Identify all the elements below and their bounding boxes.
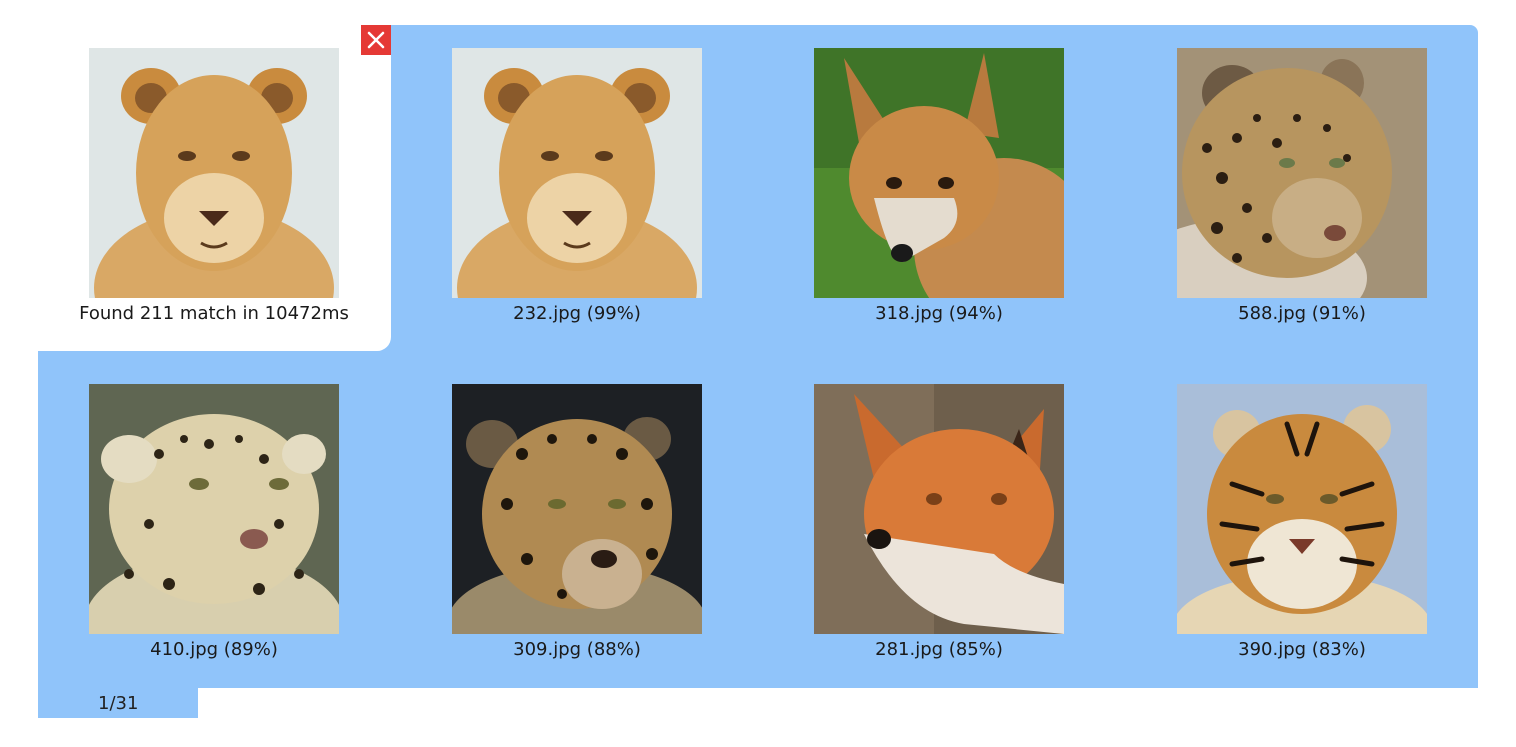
result-image-1[interactable] — [452, 48, 702, 298]
result-image-5[interactable] — [452, 384, 702, 634]
result-image-3[interactable] — [1177, 48, 1427, 298]
result-image-2[interactable] — [814, 48, 1064, 298]
result-caption-7: 390.jpg (83%) — [1238, 639, 1366, 660]
close-icon — [367, 31, 385, 49]
result-caption-2: 318.jpg (94%) — [875, 303, 1003, 324]
result-caption-4: 410.jpg (89%) — [150, 639, 278, 660]
query-status-text: Found 211 match in 10472ms — [79, 303, 349, 324]
pager[interactable]: 1/31 — [38, 688, 198, 718]
result-caption-1: 232.jpg (99%) — [513, 303, 641, 324]
close-button[interactable] — [361, 25, 391, 55]
result-image-6[interactable] — [814, 384, 1064, 634]
result-caption-6: 281.jpg (85%) — [875, 639, 1003, 660]
query-image — [89, 48, 339, 298]
pager-label: 1/31 — [98, 693, 139, 714]
result-caption-3: 588.jpg (91%) — [1238, 303, 1366, 324]
result-image-4[interactable] — [89, 384, 339, 634]
result-image-7[interactable] — [1177, 384, 1427, 634]
result-caption-5: 309.jpg (88%) — [513, 639, 641, 660]
